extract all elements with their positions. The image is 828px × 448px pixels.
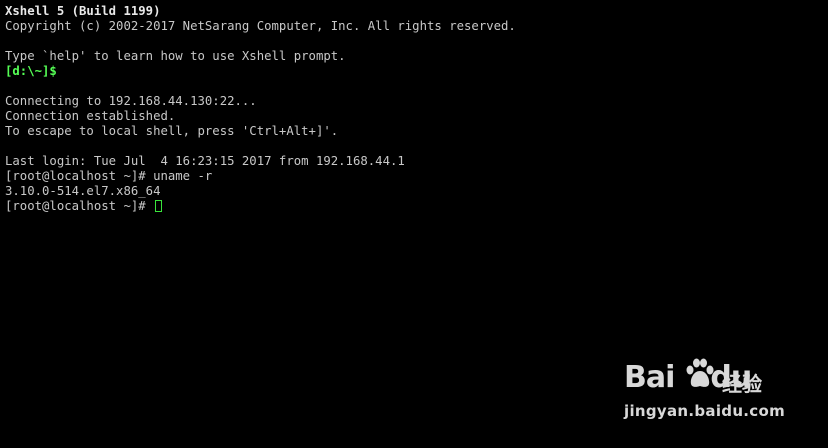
watermark-brand-head: Bai: [624, 360, 675, 395]
banner-copyright: Copyright (c) 2002-2017 NetSarang Comput…: [5, 19, 516, 33]
banner-title: Xshell 5 (Build 1199): [5, 4, 161, 18]
active-prompt: [root@localhost ~]#: [5, 199, 154, 213]
watermark-url: jingyan.baidu.com: [624, 402, 786, 420]
watermark-chinese-label: 经验: [722, 372, 762, 396]
escape-hint: To escape to local shell, press 'Ctrl+Al…: [5, 124, 339, 138]
terminal-cursor[interactable]: [155, 200, 163, 212]
connecting-message: Connecting to 192.168.44.130:22...: [5, 94, 257, 108]
local-prompt: [d:\~]$: [5, 64, 57, 78]
paw-icon: [686, 358, 714, 387]
baidu-jingyan-watermark: Bai du 经验 jingyan.baidu.com: [624, 352, 786, 432]
active-prompt-line[interactable]: [root@localhost ~]#: [5, 199, 828, 214]
command-output: 3.10.0-514.el7.x86_64: [5, 184, 161, 198]
help-hint: Type `help' to learn how to use Xshell p…: [5, 49, 346, 63]
connection-established-message: Connection established.: [5, 109, 176, 123]
command-line: [root@localhost ~]# uname -r: [5, 169, 213, 183]
last-login-message: Last login: Tue Jul 4 16:23:15 2017 from…: [5, 154, 405, 168]
